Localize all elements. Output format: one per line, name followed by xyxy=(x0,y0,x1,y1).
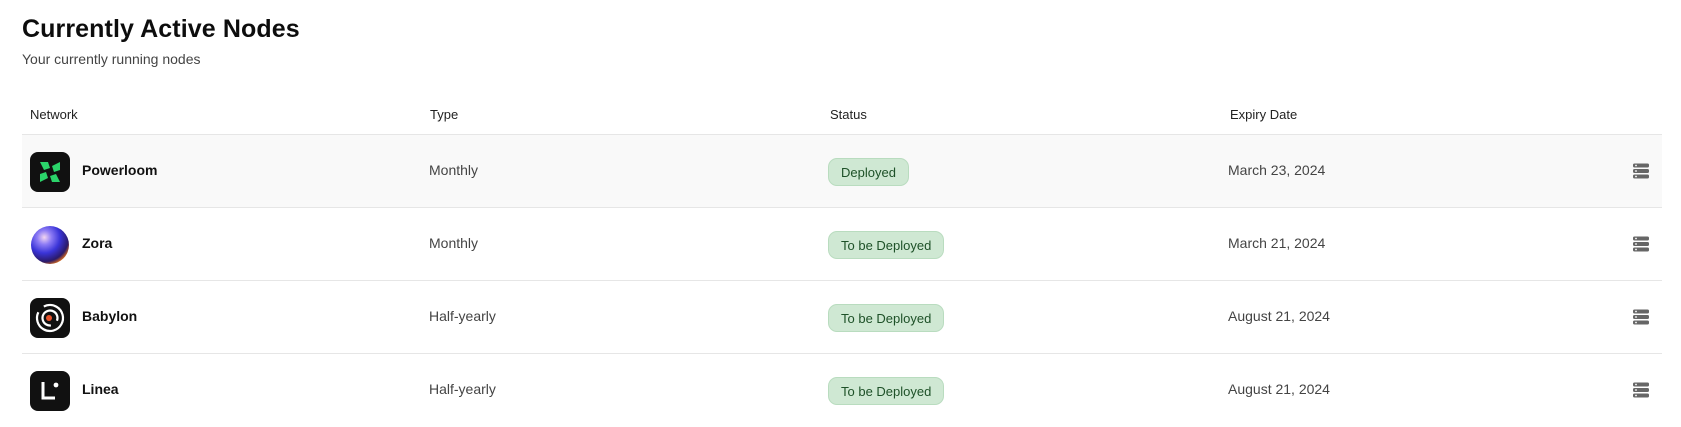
expiry-date: August 21, 2024 xyxy=(1228,308,1330,324)
column-header-status: Status xyxy=(830,107,867,122)
nodes-table: Network Type Status Expiry Date Powerloo… xyxy=(22,97,1662,427)
table-header: Network Type Status Expiry Date xyxy=(22,97,1662,135)
table-row: Linea Half-yearly To be Deployed August … xyxy=(22,354,1662,427)
table-row: Zora Monthly To be Deployed March 21, 20… xyxy=(22,208,1662,281)
column-header-network: Network xyxy=(30,107,78,122)
network-name: Babylon xyxy=(82,308,138,324)
server-icon[interactable] xyxy=(1632,235,1650,253)
plan-type: Monthly xyxy=(429,162,479,178)
table-row: Powerloom Monthly Deployed March 23, 202… xyxy=(22,135,1662,208)
linea-logo xyxy=(30,371,70,411)
column-header-type: Type xyxy=(430,107,459,122)
babylon-logo xyxy=(30,298,70,338)
network-name: Linea xyxy=(82,381,119,397)
server-icon[interactable] xyxy=(1632,308,1650,326)
page-subtitle: Your currently running nodes xyxy=(22,51,201,67)
plan-type: Half-yearly xyxy=(429,381,496,397)
table-row: Babylon Half-yearly To be Deployed Augus… xyxy=(22,281,1662,354)
server-icon[interactable] xyxy=(1632,381,1650,399)
plan-type: Half-yearly xyxy=(429,308,496,324)
expiry-date: August 21, 2024 xyxy=(1228,381,1330,397)
zora-logo xyxy=(30,225,70,265)
powerloom-logo xyxy=(30,152,70,192)
status-badge: Deployed xyxy=(828,158,909,186)
status-badge: To be Deployed xyxy=(828,377,945,405)
network-name: Zora xyxy=(82,235,113,251)
expiry-date: March 23, 2024 xyxy=(1228,162,1326,178)
column-header-expiry-date: Expiry Date xyxy=(1230,107,1298,122)
status-badge: To be Deployed xyxy=(828,231,945,259)
page-title: Currently Active Nodes xyxy=(22,15,300,43)
status-badge: To be Deployed xyxy=(828,304,945,332)
expiry-date: March 21, 2024 xyxy=(1228,235,1326,251)
plan-type: Monthly xyxy=(429,235,479,251)
network-name: Powerloom xyxy=(82,162,158,178)
server-icon[interactable] xyxy=(1632,162,1650,180)
